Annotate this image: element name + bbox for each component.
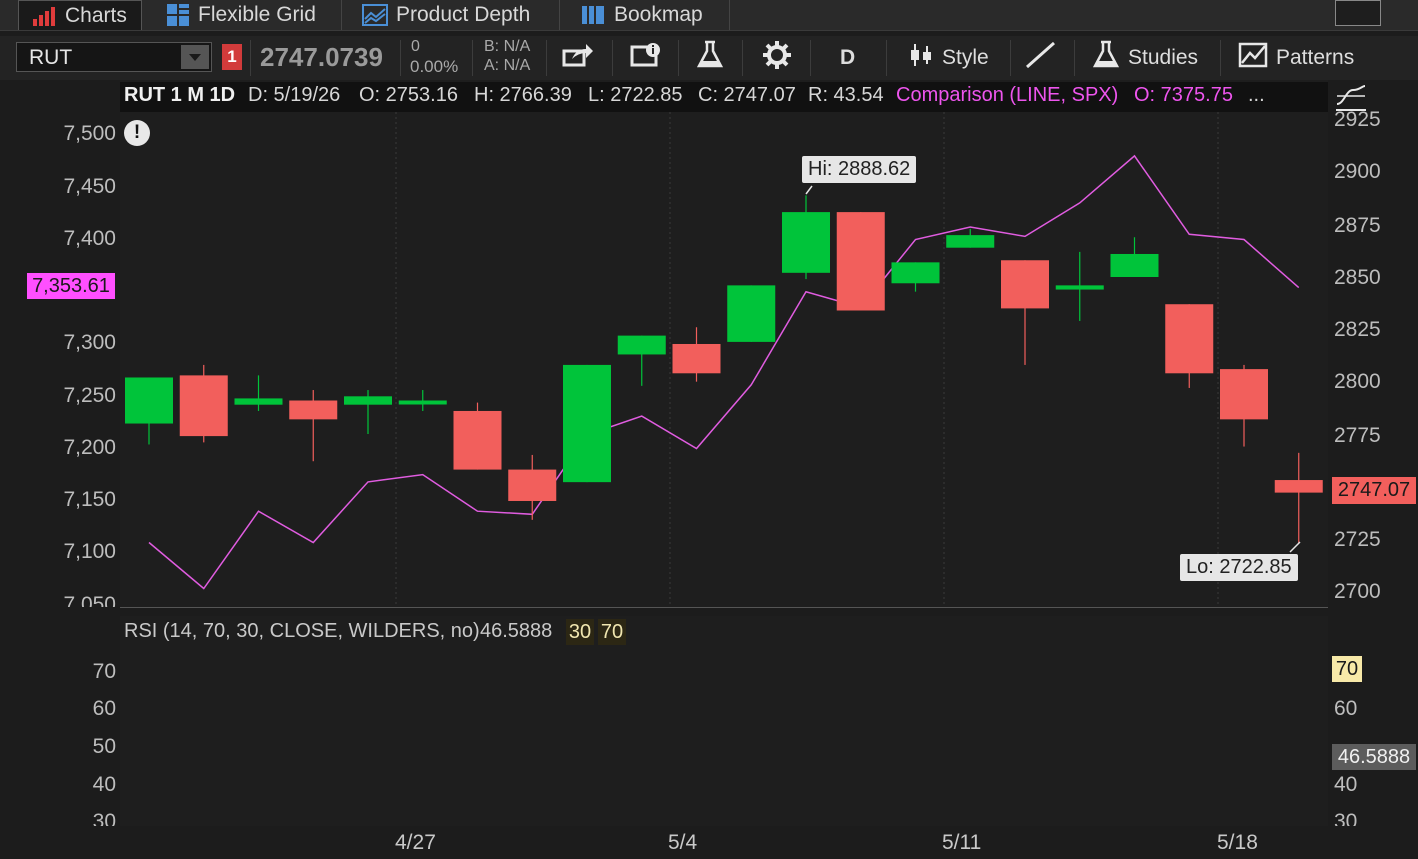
rsi-last-marker: 46.5888 (1332, 744, 1416, 770)
candle-body (1220, 369, 1268, 420)
high-callout-pointer (805, 185, 813, 195)
candle-body (1165, 304, 1214, 374)
low-callout-pointer (1289, 541, 1301, 553)
rsi-axis-tick: 50 (92, 735, 116, 758)
x-axis-tick: 5/18 (1217, 831, 1258, 854)
alert-icon[interactable]: ! (124, 120, 150, 146)
candle-body (508, 469, 557, 501)
rsi-value: 46.5888 (480, 620, 553, 642)
pane-divider (120, 607, 1328, 608)
x-axis-tick: 5/4 (668, 831, 698, 854)
candle-body (125, 377, 173, 424)
candle-body (1055, 285, 1104, 290)
rsi-70-marker: 70 (1332, 656, 1362, 682)
low-callout: Lo: 2722.85 (1180, 554, 1298, 581)
candle-body (453, 410, 502, 470)
rsi-axis-tick: 70 (92, 660, 116, 683)
candle-body (617, 335, 666, 355)
candle-body (563, 364, 611, 483)
candle-body (946, 235, 995, 248)
candle-body (782, 212, 830, 273)
last-price-marker: 2747.07 (1332, 477, 1416, 504)
rsi-axis-tick: 40 (92, 773, 116, 796)
rsi-axis-tick: 30 (92, 810, 116, 826)
candle-body (891, 262, 940, 284)
rsi-upper-bound: 70 (598, 619, 626, 645)
candle-body (836, 212, 885, 311)
candle-body (234, 398, 283, 405)
comparison-line (148, 154, 1300, 590)
candle-body (344, 396, 392, 405)
high-callout: Hi: 2888.62 (802, 156, 917, 183)
rsi-axis-tick: 60 (92, 697, 116, 720)
candle-body (398, 400, 447, 405)
candle-body (727, 285, 776, 342)
candle-body (1110, 253, 1159, 277)
rsi-title: RSI (14, 70, 30, CLOSE, WILDERS, no) (124, 620, 480, 642)
candle-body (1001, 260, 1049, 309)
comparison-price-marker: 7,353.61 (27, 273, 115, 299)
rsi-right-tick: 30 (1334, 810, 1358, 826)
rsi-lower-bound: 30 (566, 619, 594, 645)
rsi-right-tick: 60 (1334, 697, 1358, 720)
candle-body (1274, 480, 1323, 493)
candle-body (289, 400, 338, 420)
x-axis-tick: 5/11 (942, 831, 982, 854)
rsi-right-tick: 40 (1334, 773, 1358, 796)
rsi-pane[interactable] (120, 616, 1328, 826)
candle-body (672, 343, 721, 374)
candle-body (179, 375, 228, 437)
x-axis-tick: 4/27 (395, 831, 436, 854)
